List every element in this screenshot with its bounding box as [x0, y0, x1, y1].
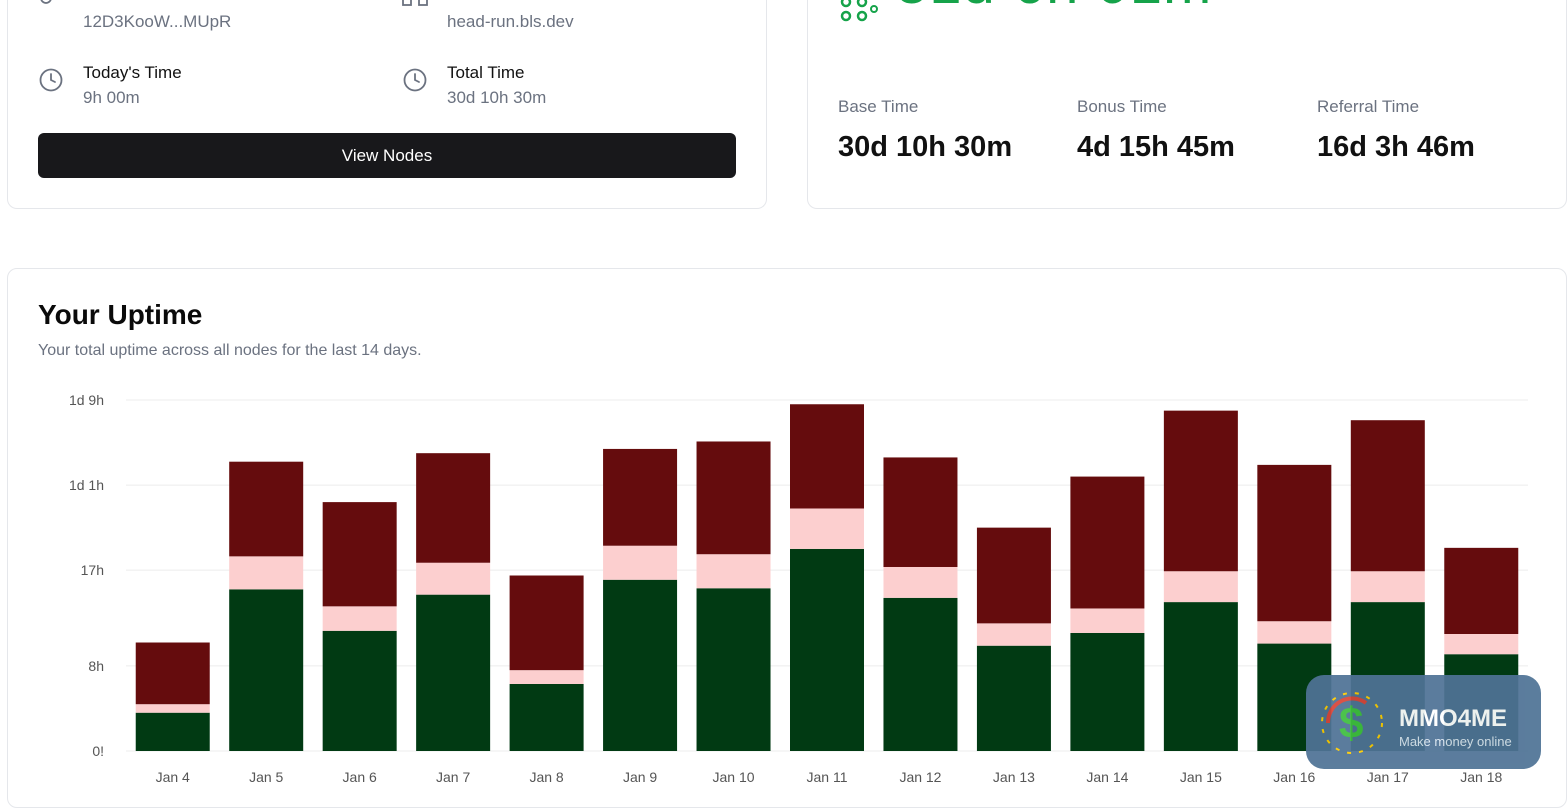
x-tick-label: Jan 11 — [807, 769, 848, 784]
bar-segment-bonus — [416, 562, 491, 595]
bar-segment-base — [790, 548, 864, 751]
bar-segment-bonus — [509, 670, 584, 684]
bar-segment-base — [883, 597, 958, 751]
bar-segment-bonus — [883, 566, 958, 598]
bar-segment-bonus — [229, 556, 304, 590]
x-tick-label: Jan 14 — [1086, 769, 1128, 784]
node-id-value: 12D3KooW...MUpR — [83, 12, 232, 31]
total-time-value: 30d 10h 30m — [447, 88, 547, 107]
x-tick-label: Jan 5 — [249, 769, 283, 784]
x-tick-label: Jan 13 — [993, 769, 1035, 784]
bar-segment-referral — [322, 502, 397, 607]
bar-segment-referral — [1257, 464, 1332, 622]
x-tick-label: Jan 9 — [623, 769, 657, 784]
bar-segment-referral — [696, 441, 771, 555]
x-tick-label: Jan 8 — [529, 769, 563, 784]
total-uptime-value: 51d 6h 01m — [896, 0, 1212, 17]
bar-segment-base — [976, 645, 1051, 751]
bonus-time-stat: Bonus Time 4d 15h 45m — [1077, 97, 1235, 164]
bar-segment-referral — [1444, 547, 1519, 634]
watermark-title: MMO4ME — [1399, 705, 1507, 732]
bar-segment-referral — [229, 461, 304, 557]
todays-time-value: 9h 00m — [83, 88, 140, 107]
referral-time-stat: Referral Time 16d 3h 46m — [1317, 97, 1475, 164]
bar-segment-bonus — [135, 704, 210, 713]
x-tick-label: Jan 6 — [343, 769, 377, 784]
base-time-stat: Base Time 30d 10h 30m — [838, 97, 1012, 164]
bar-segment-bonus — [322, 606, 397, 631]
y-tick-label: 1d 1h — [69, 477, 104, 493]
bar-segment-base — [229, 589, 304, 751]
base-time-label: Base Time — [838, 97, 919, 116]
x-tick-label: Jan 16 — [1273, 769, 1315, 784]
bar-segment-referral — [883, 457, 958, 567]
x-tick-label: Jan 4 — [156, 769, 190, 784]
bar-segment-base — [603, 579, 678, 751]
mmo4me-watermark: $ MMO4ME Make money online — [1306, 675, 1541, 769]
x-tick-label: Jan 7 — [436, 769, 470, 784]
referral-time-value: 16d 3h 46m — [1317, 131, 1475, 163]
base-time-value: 30d 10h 30m — [838, 131, 1013, 163]
bar-segment-base — [416, 594, 491, 751]
x-tick-label: Jan 18 — [1460, 769, 1502, 784]
bar-segment-referral — [1350, 420, 1425, 572]
bar-segment-base — [1163, 602, 1238, 751]
bar-segment-referral — [1163, 410, 1238, 572]
bar-segment-referral — [790, 404, 864, 509]
bar-segment-referral — [416, 453, 491, 563]
bar-segment-base — [322, 630, 397, 751]
network-icon — [402, 0, 428, 6]
y-tick-label: 0! — [92, 743, 104, 759]
host-value: head-run.bls.dev — [447, 12, 574, 31]
bonus-time-value: 4d 15h 45m — [1077, 131, 1235, 163]
x-tick-label: Jan 15 — [1180, 769, 1222, 784]
watermark-subtitle: Make money online — [1399, 734, 1512, 749]
y-tick-label: 8h — [88, 658, 104, 674]
referral-time-label: Referral Time — [1317, 97, 1420, 116]
bar-segment-bonus — [1350, 571, 1425, 603]
y-tick-label: 17h — [81, 562, 104, 578]
todays-time-label: Today's Time — [83, 63, 182, 82]
total-time-label: Total Time — [447, 63, 525, 82]
svg-text:$: $ — [1339, 699, 1363, 748]
watermark-logo-icon: $ — [1321, 692, 1383, 754]
view-nodes-button[interactable]: View Nodes — [38, 133, 736, 178]
bar-segment-bonus — [790, 508, 864, 549]
bonus-time-label: Bonus Time — [1077, 97, 1167, 116]
bar-segment-bonus — [1070, 608, 1145, 633]
bar-segment-referral — [603, 448, 678, 546]
bar-segment-base — [135, 712, 210, 751]
x-tick-label: Jan 10 — [713, 769, 755, 784]
bar-segment-bonus — [1257, 621, 1332, 644]
bar-segment-referral — [976, 527, 1051, 624]
bar-segment-bonus — [1444, 634, 1519, 655]
time-summary-card: 51d 6h 01m Base Time 30d 10h 30m Bonus T… — [807, 0, 1567, 209]
bar-segment-bonus — [603, 545, 678, 580]
bar-segment-base — [696, 588, 771, 751]
bar-segment-bonus — [1163, 571, 1238, 603]
bar-segment-referral — [509, 575, 584, 671]
coins-icon — [840, 0, 878, 22]
bar-segment-referral — [1070, 476, 1145, 609]
bar-segment-base — [1070, 632, 1145, 751]
bar-segment-bonus — [696, 554, 771, 589]
node-card: 12D3KooW...MUpR head-run.bls.dev Today's… — [7, 0, 767, 209]
key-icon — [40, 0, 52, 4]
x-tick-label: Jan 17 — [1367, 769, 1409, 784]
clock-icon — [39, 68, 63, 92]
clock-icon — [403, 68, 427, 92]
x-tick-label: Jan 12 — [899, 769, 941, 784]
bar-segment-referral — [135, 642, 210, 705]
bar-segment-base — [509, 683, 584, 751]
y-tick-label: 1d 9h — [69, 392, 104, 408]
bar-segment-bonus — [976, 623, 1051, 646]
